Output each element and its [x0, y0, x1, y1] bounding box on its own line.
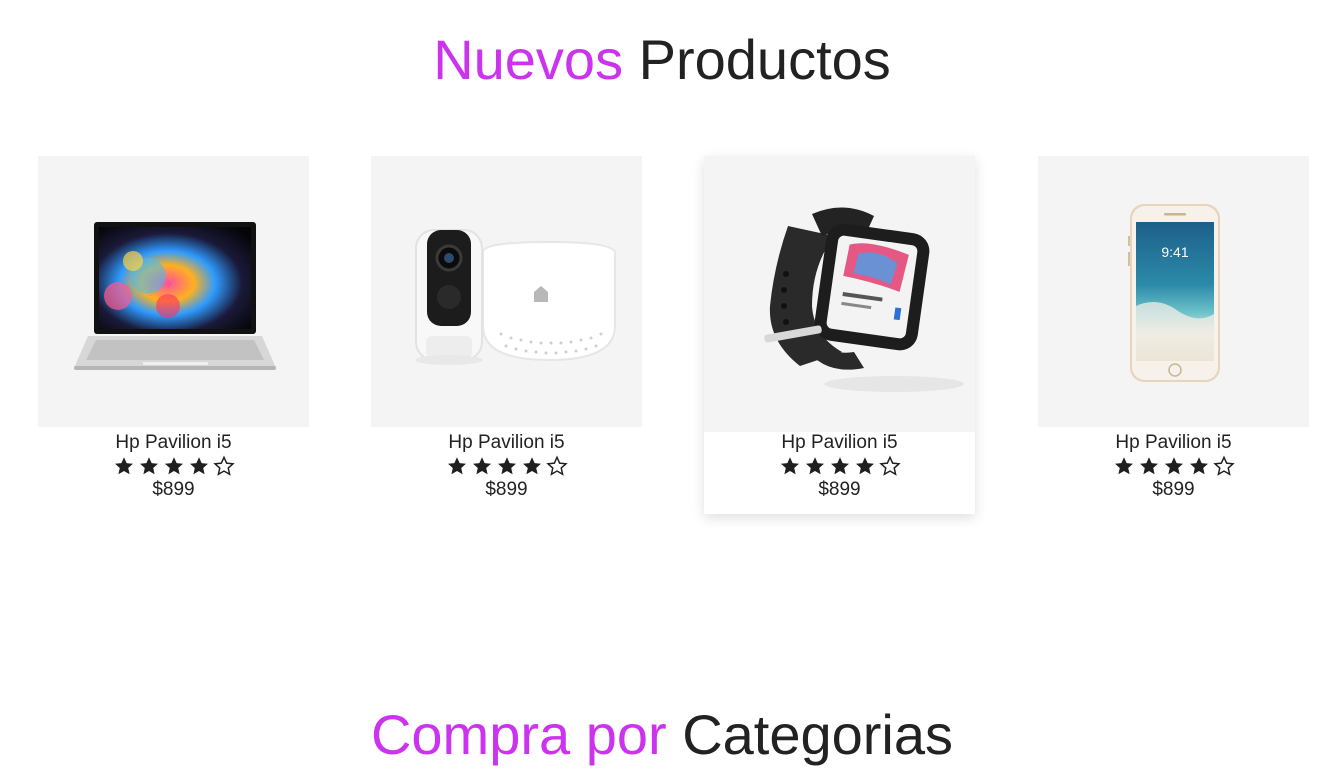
star-outline-icon	[212, 455, 235, 476]
star-filled-icon	[164, 457, 183, 475]
product-image-smartphone[interactable]: 9:41	[1038, 156, 1309, 427]
product-card[interactable]: Hp Pavilion i5 $899	[371, 156, 642, 502]
product-image-smartwatch[interactable]	[704, 156, 975, 432]
rating-stars	[38, 455, 309, 478]
product-name[interactable]: Hp Pavilion i5	[371, 432, 642, 454]
product-price: $899	[818, 479, 861, 500]
star-filled-icon	[447, 457, 466, 475]
rating-stars	[371, 455, 642, 478]
product-price: $899	[152, 479, 195, 500]
rating-stars	[704, 455, 975, 478]
rating-stars	[1038, 455, 1309, 478]
star-filled-icon	[1114, 457, 1133, 475]
star-filled-icon	[114, 457, 133, 475]
star-filled-icon	[780, 457, 799, 475]
product-card[interactable]: 9:41 Hp Pavilion i5 $899	[1038, 156, 1309, 502]
star-filled-icon	[830, 457, 849, 475]
star-filled-icon	[1139, 457, 1158, 475]
star-outline-icon	[1212, 455, 1235, 476]
star-filled-icon	[472, 457, 491, 475]
star-outline-icon	[545, 455, 568, 476]
product-image-security-camera[interactable]	[371, 156, 642, 427]
product-name[interactable]: Hp Pavilion i5	[704, 432, 975, 454]
product-price: $899	[1152, 479, 1195, 500]
svg-text:9:41: 9:41	[1161, 244, 1188, 260]
star-filled-icon	[522, 457, 541, 475]
product-card[interactable]: Hp Pavilion i5 $899	[704, 156, 975, 514]
star-filled-icon	[855, 457, 874, 475]
product-name[interactable]: Hp Pavilion i5	[38, 432, 309, 454]
star-filled-icon	[1189, 457, 1208, 475]
product-image-laptop[interactable]	[38, 156, 309, 427]
heading-accent-text: Nuevos	[433, 28, 624, 91]
new-products-heading: Nuevos Productos	[0, 28, 1324, 92]
product-name[interactable]: Hp Pavilion i5	[1038, 432, 1309, 454]
star-filled-icon	[189, 457, 208, 475]
heading-accent-text: Compra por	[370, 703, 667, 766]
product-price: $899	[485, 479, 528, 500]
star-filled-icon	[1164, 457, 1183, 475]
product-card[interactable]: Hp Pavilion i5 $899	[38, 156, 309, 502]
star-filled-icon	[139, 457, 158, 475]
page: Nuevos Productos Hp Pavilion i5 $899 Hp …	[0, 0, 1324, 777]
star-outline-icon	[878, 455, 901, 476]
categories-heading: Compra por Categorias	[0, 703, 1324, 767]
star-filled-icon	[805, 457, 824, 475]
heading-text: Categorias	[682, 703, 954, 766]
heading-text: Productos	[638, 28, 891, 91]
star-filled-icon	[497, 457, 516, 475]
